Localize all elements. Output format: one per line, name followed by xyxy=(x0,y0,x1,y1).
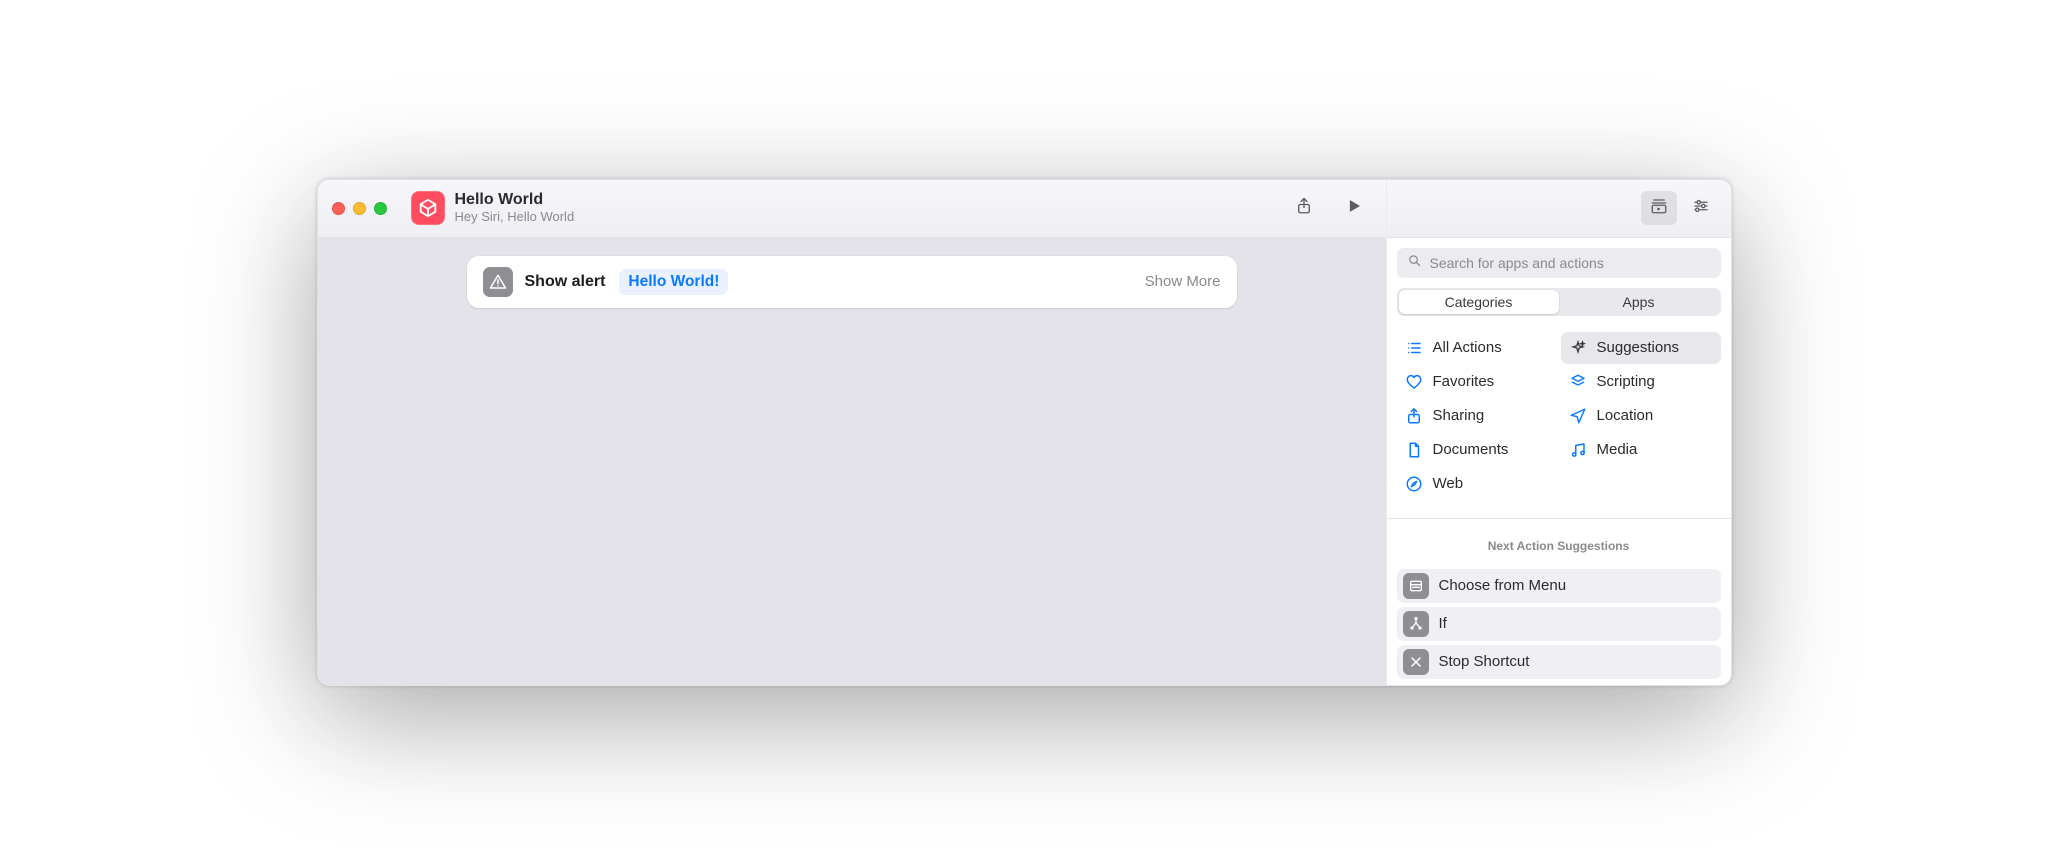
heart-icon xyxy=(1405,373,1423,391)
minimize-window-button[interactable] xyxy=(353,202,366,215)
category-suggestions[interactable]: Suggestions xyxy=(1561,332,1721,364)
show-more-toggle[interactable]: Show More xyxy=(1145,273,1221,290)
suggestion-label: Choose from Menu xyxy=(1439,577,1567,594)
category-media[interactable]: Media xyxy=(1561,434,1721,466)
suggestion-label: Stop Shortcut xyxy=(1439,653,1530,670)
zoom-window-button[interactable] xyxy=(374,202,387,215)
action-name: Show alert xyxy=(525,273,606,291)
close-window-button[interactable] xyxy=(332,202,345,215)
search-field[interactable] xyxy=(1397,248,1721,278)
share-button[interactable] xyxy=(1284,191,1324,225)
library-segmented-control: Categories Apps xyxy=(1397,288,1721,316)
window-controls xyxy=(332,202,387,215)
workflow-canvas[interactable]: Show alert Hello World! Show More xyxy=(318,238,1386,685)
window-title: Hello World xyxy=(455,191,575,209)
main-panel: Hello World Hey Siri, Hello World xyxy=(318,180,1386,685)
category-label: All Actions xyxy=(1433,339,1502,356)
scripting-icon xyxy=(1569,373,1587,391)
category-sharing[interactable]: Sharing xyxy=(1397,400,1557,432)
category-label: Location xyxy=(1597,407,1654,424)
music-icon xyxy=(1569,441,1587,459)
action-parameter-token[interactable]: Hello World! xyxy=(619,269,728,295)
segment-apps[interactable]: Apps xyxy=(1559,290,1719,314)
category-label: Media xyxy=(1597,441,1638,458)
location-icon xyxy=(1569,407,1587,425)
library-tab-button[interactable] xyxy=(1641,191,1677,225)
run-button[interactable] xyxy=(1334,191,1374,225)
suggestion-stop-shortcut[interactable]: Stop Shortcut xyxy=(1397,645,1721,679)
action-card-show-alert[interactable]: Show alert Hello World! Show More xyxy=(467,256,1237,308)
titlebar: Hello World Hey Siri, Hello World xyxy=(318,180,1386,238)
alert-icon xyxy=(483,267,513,297)
search-input[interactable] xyxy=(1430,255,1711,271)
menu-icon xyxy=(1403,573,1429,599)
category-scripting[interactable]: Scripting xyxy=(1561,366,1721,398)
settings-tab-button[interactable] xyxy=(1683,191,1719,225)
document-icon xyxy=(1405,441,1423,459)
play-icon xyxy=(1345,197,1363,220)
compass-icon xyxy=(1405,475,1423,493)
suggestions-header: Next Action Suggestions xyxy=(1397,529,1721,559)
category-documents[interactable]: Documents xyxy=(1397,434,1557,466)
share-icon xyxy=(1295,197,1313,220)
shortcuts-editor-window: Hello World Hey Siri, Hello World xyxy=(317,179,1732,686)
library-sidebar: Categories Apps xyxy=(1386,180,1731,685)
suggestion-if[interactable]: If xyxy=(1397,607,1721,641)
category-location[interactable]: Location xyxy=(1561,400,1721,432)
category-label: Documents xyxy=(1433,441,1509,458)
sparkle-icon xyxy=(1569,339,1587,357)
shortcut-app-icon xyxy=(411,191,445,225)
category-grid: All Actions Suggestions xyxy=(1397,326,1721,500)
category-label: Sharing xyxy=(1433,407,1485,424)
category-label: Favorites xyxy=(1433,373,1495,390)
suggestion-choose-from-menu[interactable]: Choose from Menu xyxy=(1397,569,1721,603)
close-icon xyxy=(1403,649,1429,675)
suggestion-label: If xyxy=(1439,615,1447,632)
category-all-actions[interactable]: All Actions xyxy=(1397,332,1557,364)
sliders-icon xyxy=(1692,197,1710,220)
window-subtitle: Hey Siri, Hello World xyxy=(455,210,575,225)
branch-icon xyxy=(1403,611,1429,637)
library-icon xyxy=(1650,197,1668,220)
suggestions-list: Choose from Menu If xyxy=(1397,569,1721,679)
segment-categories[interactable]: Categories xyxy=(1399,290,1559,314)
list-icon xyxy=(1405,339,1423,357)
category-web[interactable]: Web xyxy=(1397,468,1557,500)
category-label: Suggestions xyxy=(1597,339,1680,356)
sidebar-divider xyxy=(1387,518,1731,519)
sidebar-toolbar xyxy=(1387,180,1731,238)
category-favorites[interactable]: Favorites xyxy=(1397,366,1557,398)
category-label: Scripting xyxy=(1597,373,1655,390)
search-icon xyxy=(1407,253,1422,273)
category-label: Web xyxy=(1433,475,1464,492)
share-icon xyxy=(1405,407,1423,425)
